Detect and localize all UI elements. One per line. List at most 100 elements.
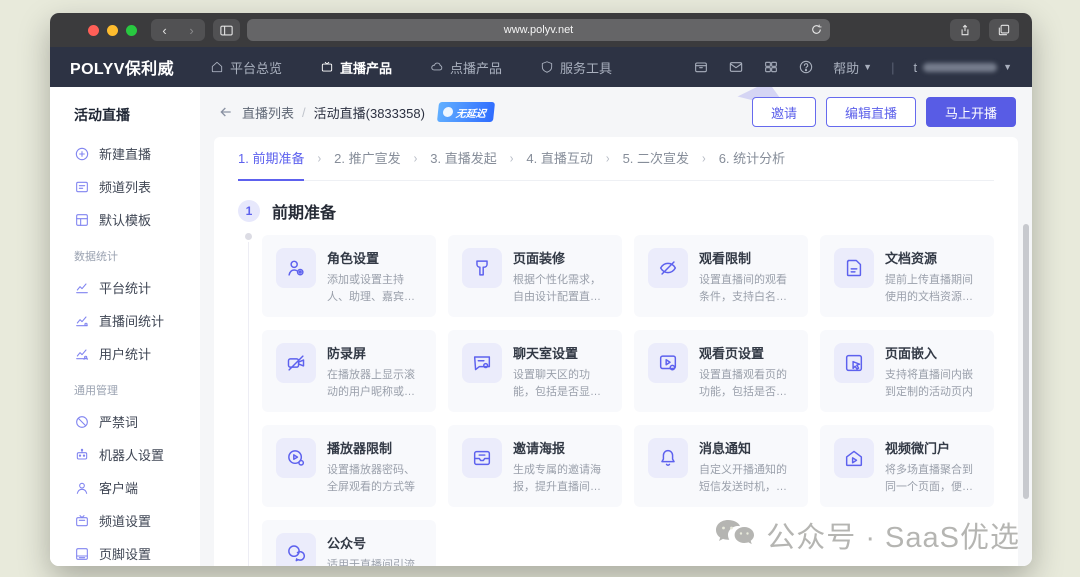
content-area: 直播列表 / 活动直播(3833358) 无延迟 邀请编辑直播马上开播 1. 前… [200,87,1032,566]
feature-card[interactable]: 公众号适用于直播间引流至公众号或客服，沉淀用户至私域... [262,520,436,566]
feature-card[interactable]: 页面嵌入支持将直播间内嵌到定制的活动页内 [820,330,994,412]
box-button[interactable] [693,59,709,75]
feature-card[interactable]: 观看限制设置直播间的观看条件，支持白名单、报名观看、验... [634,235,808,317]
action-buttons: 邀请编辑直播马上开播 [752,97,1016,127]
card-description: 设置直播观看页的功能，包括是否允许移动端观看等 [699,367,794,400]
sidebar-item-label: 客户端 [99,478,138,497]
template-icon [74,212,90,228]
sidebar-item[interactable]: 频道设置 [50,504,200,537]
tabs-overview-button[interactable] [989,19,1019,41]
card-title: 公众号 [327,533,422,552]
apps-icon [763,59,779,75]
share-button[interactable] [950,19,980,41]
chevron-down-icon: ▼ [1003,62,1012,72]
box-icon [693,59,709,75]
step-tab[interactable]: 5. 二次宣发 [623,137,689,181]
sidebar-item-label: 默认模板 [99,210,151,229]
sidebar-item[interactable]: 客户端 [50,471,200,504]
page-embed-icon [843,352,865,374]
cloud-vod-icon [430,60,444,74]
minimize-window-icon[interactable] [107,25,118,36]
browser-forward-button[interactable]: › [178,19,205,41]
nav-menu-item[interactable]: 直播产品 [320,58,392,77]
feature-card[interactable]: 防录屏在播放器上显示滚动的用户昵称或固定文字，达到防... [262,330,436,412]
browser-back-button[interactable]: ‹ [151,19,178,41]
poster-icon [471,447,493,469]
step-tabs: 1. 前期准备›2. 推广宣发›3. 直播发起›4. 直播互动›5. 二次宣发›… [238,137,994,181]
secondary-action-button[interactable]: 邀请 [752,97,816,127]
sidebar-title[interactable]: 活动直播 [50,95,200,137]
video-portal-icon [843,447,865,469]
breadcrumb: 直播列表 / 活动直播(3833358) 无延迟 [218,102,494,122]
sidebar-item-label: 频道设置 [99,511,151,530]
step-tab[interactable]: 6. 统计分析 [719,137,785,181]
step-tab[interactable]: 3. 直播发起 [430,137,496,181]
section-title: 前期准备 [272,199,336,223]
badge-globe-icon [442,107,453,117]
mail-button[interactable] [728,59,744,75]
help-label: 帮助 [833,58,859,77]
sidebar-item[interactable]: 新建直播 [50,137,200,170]
sidebar-group-header: 通用管理 [50,370,200,405]
main-panel: 1. 前期准备›2. 推广宣发›3. 直播发起›4. 直播互动›5. 二次宣发›… [214,137,1018,566]
breadcrumb-parent[interactable]: 直播列表 [242,103,294,122]
feature-card[interactable]: 角色设置添加或设置主持人、助理、嘉宾的信息，以及新增助... [262,235,436,317]
home-icon [210,60,224,74]
question-button[interactable] [798,59,814,75]
top-navbar: POLYV保利威 平台总览直播产品点播产品服务工具 帮助▼ | t▼ [50,47,1032,87]
browser-sidebar-toggle-button[interactable] [213,19,240,41]
sidebar-item[interactable]: 平台统计 [50,271,200,304]
feature-card[interactable]: 消息通知自定义开播通知的短信发送时机，观众预约直播后，... [634,425,808,507]
wechat-watermark-icon [714,518,756,552]
sidebar-item[interactable]: 页脚设置 [50,537,200,566]
secondary-action-button[interactable]: 编辑直播 [826,97,916,127]
account-name: t [913,60,917,75]
feature-card[interactable]: 页面装修根据个性化需求，自由设计配置直播间元素。支持自... [448,235,622,317]
step-tab[interactable]: 1. 前期准备 [238,137,304,181]
feature-card[interactable]: 文档资源提前上传直播期间使用的文档资源，减少直播中的失... [820,235,994,317]
refresh-icon[interactable] [810,23,823,39]
sidebar-item[interactable]: 严禁词 [50,405,200,438]
sidebar-item[interactable]: 默认模板 [50,203,200,236]
back-arrow-icon[interactable] [218,104,234,120]
help-menu[interactable]: 帮助▼ [833,58,872,77]
feature-card[interactable]: 播放器限制设置播放器密码、全屏观看的方式等 [262,425,436,507]
close-window-icon[interactable] [88,25,99,36]
scrollbar[interactable] [1023,224,1029,499]
chat-settings-icon [471,352,493,374]
apps-button[interactable] [763,59,779,75]
account-menu[interactable]: t▼ [913,60,1012,75]
nav-menu-item[interactable]: 平台总览 [210,58,282,77]
sidebar-item-label: 页脚设置 [99,544,151,563]
feature-card[interactable]: 视频微门户将多场直播聚合到同一个页面，便于活动前期的宣发... [820,425,994,507]
card-description: 根据个性化需求，自由设计配置直播间元素。支持自... [513,272,608,305]
card-description: 适用于直播间引流至公众号或客服，沉淀用户至私域... [327,557,422,566]
maximize-window-icon[interactable] [126,25,137,36]
step-tab[interactable]: 4. 直播互动 [526,137,592,181]
polyv-logo[interactable]: POLYV保利威 [70,55,174,79]
sidebar-item[interactable]: 机器人设置 [50,438,200,471]
nav-menu-item[interactable]: 服务工具 [540,58,612,77]
card-title: 观看页设置 [699,343,794,362]
card-description: 自定义开播通知的短信发送时机，观众预约直播后，... [699,462,794,495]
url-bar[interactable]: www.polyv.net [247,19,830,41]
feature-card[interactable]: 邀请海报生成专属的邀请海报，提升直播间分享裂变的效果 [448,425,622,507]
footer-settings-icon [74,546,90,562]
card-title: 页面装修 [513,248,608,267]
step-tab[interactable]: 2. 推广宣发 [334,137,400,181]
sidebar-item[interactable]: 频道列表 [50,170,200,203]
browser-titlebar: ‹ › www.polyv.net [50,13,1032,47]
account-name-redacted [923,63,997,72]
nav-menu-label: 点播产品 [450,58,502,77]
nav-menu-item[interactable]: 点播产品 [430,58,502,77]
sidebar-item-label: 直播间统计 [99,311,164,330]
ban-word-icon [74,414,90,430]
feature-card[interactable]: 观看页设置设置直播观看页的功能，包括是否允许移动端观看等 [634,330,808,412]
sidebar: 活动直播 新建直播频道列表默认模板数据统计平台统计直播间统计用户统计通用管理严禁… [50,87,200,566]
sidebar-item[interactable]: 用户统计 [50,337,200,370]
chevron-right-icon: › [414,151,418,165]
sidebar-item[interactable]: 直播间统计 [50,304,200,337]
start-live-button[interactable]: 马上开播 [926,97,1016,127]
mail-icon [728,59,744,75]
feature-card[interactable]: 聊天室设置设置聊天区的功能，包括是否显示欢迎语、是否支持... [448,330,622,412]
